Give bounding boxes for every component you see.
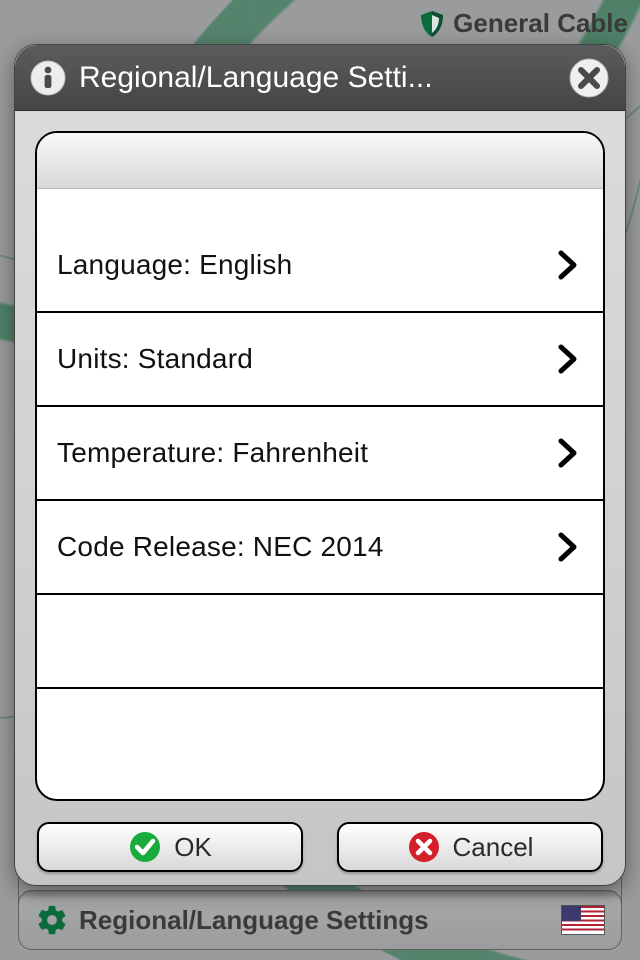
row-units[interactable]: Units: Standard <box>37 313 603 407</box>
list-section-header <box>37 133 603 189</box>
gear-icon <box>35 903 69 937</box>
chevron-right-icon <box>557 532 579 562</box>
row-label: Language: English <box>57 249 557 281</box>
flag-us-icon <box>561 905 605 935</box>
check-circle-icon <box>128 830 162 864</box>
ok-button-label: OK <box>174 832 212 863</box>
row-code-release[interactable]: Code Release: NEC 2014 <box>37 501 603 595</box>
row-label: Code Release: NEC 2014 <box>57 531 557 563</box>
brand-logo: General Cable <box>417 8 628 39</box>
row-temperature[interactable]: Temperature: Fahrenheit <box>37 407 603 501</box>
row-empty <box>37 689 603 799</box>
modal-body: Language: English Units: Standard Temper… <box>15 111 625 815</box>
modal-header: Regional/Language Setti... <box>15 45 625 111</box>
brand-shield-icon <box>417 9 447 39</box>
chevron-right-icon <box>557 438 579 468</box>
list-spacer <box>37 189 603 219</box>
settings-list: Language: English Units: Standard Temper… <box>35 131 605 801</box>
x-circle-icon <box>407 830 441 864</box>
cancel-button-label: Cancel <box>453 832 534 863</box>
row-empty <box>37 595 603 689</box>
close-button[interactable] <box>567 56 611 100</box>
ok-button[interactable]: OK <box>37 822 303 872</box>
modal-footer: OK Cancel <box>15 815 625 885</box>
brand-name: General Cable <box>453 8 628 39</box>
cancel-button[interactable]: Cancel <box>337 822 603 872</box>
chevron-right-icon <box>557 250 579 280</box>
chevron-right-icon <box>557 344 579 374</box>
row-label: Units: Standard <box>57 343 557 375</box>
settings-modal: Regional/Language Setti... Language: Eng… <box>14 44 626 886</box>
bg-footer-bar: Regional/Language Settings <box>18 890 622 950</box>
info-icon <box>29 59 67 97</box>
row-label: Temperature: Fahrenheit <box>57 437 557 469</box>
row-language[interactable]: Language: English <box>37 219 603 313</box>
modal-title: Regional/Language Setti... <box>79 61 555 95</box>
bg-footer-label: Regional/Language Settings <box>79 905 551 936</box>
